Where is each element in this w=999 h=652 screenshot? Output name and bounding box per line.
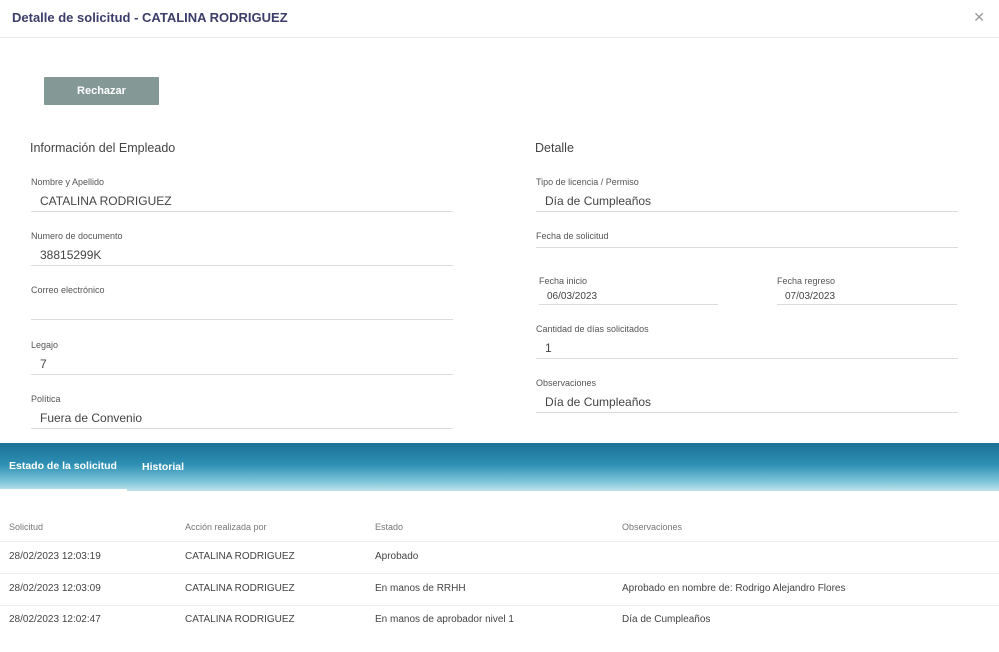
email-field: Correo electrónico [31,285,453,321]
tab-estado-solicitud[interactable]: Estado de la solicitud [0,443,127,491]
cantidad-underline [536,358,958,359]
name-field: Nombre y Apellido CATALINA RODRIGUEZ [31,177,453,213]
table-cell: 28/02/2023 12:03:09 [9,583,101,594]
email-label: Correo electrónico [31,285,105,295]
fecha-regreso-label: Fecha regreso [777,276,836,286]
observaciones-label: Observaciones [536,378,597,388]
dialog-title: Detalle de solicitud - CATALINA RODRIGUE… [12,10,288,25]
reject-button[interactable]: Rechazar [44,77,159,105]
tipo-underline [536,211,958,212]
header-divider [0,541,999,542]
document-underline [31,265,453,266]
cantidad-label: Cantidad de días solicitados [536,324,649,334]
table-cell: Aprobado en nombre de: Rodrigo Alejandro… [622,583,846,594]
name-label: Nombre y Apellido [31,177,105,187]
document-value: 38815299K [40,248,102,262]
col-header-observaciones: Observaciones [622,522,683,532]
fecha-inicio-underline [539,304,718,305]
politica-underline [31,428,453,429]
table-cell: En manos de aprobador nivel 1 [375,614,514,625]
table-cell: CATALINA RODRIGUEZ [185,583,295,594]
fecha-solicitud-label: Fecha de solicitud [536,231,609,241]
close-icon[interactable]: ✕ [973,9,985,25]
col-header-solicitud: Solicitud [9,522,44,532]
col-header-accion: Acción realizada por [185,522,267,532]
legajo-underline [31,374,453,375]
dialog-header: Detalle de solicitud - CATALINA RODRIGUE… [0,0,999,38]
tipo-label: Tipo de licencia / Permiso [536,177,639,187]
politica-value: Fuera de Convenio [40,411,143,425]
observaciones-value: Día de Cumpleaños [545,395,652,409]
legajo-label: Legajo [31,340,59,350]
detail-section-title: Detalle [535,141,574,155]
tipo-value: Día de Cumpleaños [545,194,652,208]
cantidad-field: Cantidad de días solicitados 1 [536,324,958,360]
fecha-inicio-value: 06/03/2023 [547,291,598,302]
name-underline [31,211,453,212]
email-underline [31,319,453,320]
table-cell: Día de Cumpleaños [622,614,711,625]
legajo-value: 7 [40,357,47,371]
fecha-regreso-underline [777,304,957,305]
row-divider [0,573,999,574]
fecha-inicio-label: Fecha inicio [539,276,588,286]
tipo-field: Tipo de licencia / Permiso Día de Cumple… [536,177,958,213]
observaciones-underline [536,412,958,413]
fecha-regreso-field: Fecha regreso 07/03/2023 [777,276,957,306]
tab-historial[interactable]: Historial [142,443,184,491]
table-cell: Aprobado [375,551,419,562]
document-field: Numero de documento 38815299K [31,231,453,267]
fecha-solicitud-field: Fecha de solicitud [536,231,958,267]
name-value: CATALINA RODRIGUEZ [40,194,172,208]
tab-bar: Estado de la solicitud Historial [0,443,999,491]
observaciones-field: Observaciones Día de Cumpleaños [536,378,958,414]
row-divider [0,605,999,606]
fecha-solicitud-underline [536,247,958,248]
legajo-field: Legajo 7 [31,340,453,376]
cantidad-value: 1 [545,341,552,355]
col-header-estado: Estado [375,522,404,532]
politica-label: Política [31,394,61,404]
fecha-regreso-value: 07/03/2023 [785,291,836,302]
table-cell: 28/02/2023 12:03:19 [9,551,101,562]
table-cell: En manos de RRHH [375,583,466,594]
fecha-inicio-field: Fecha inicio 06/03/2023 [539,276,718,306]
table-cell: 28/02/2023 12:02:47 [9,614,101,625]
table-cell: CATALINA RODRIGUEZ [185,551,295,562]
table-cell: CATALINA RODRIGUEZ [185,614,295,625]
employee-section-title: Información del Empleado [30,141,176,155]
politica-field: Política Fuera de Convenio [31,394,453,430]
document-label: Numero de documento [31,231,123,241]
